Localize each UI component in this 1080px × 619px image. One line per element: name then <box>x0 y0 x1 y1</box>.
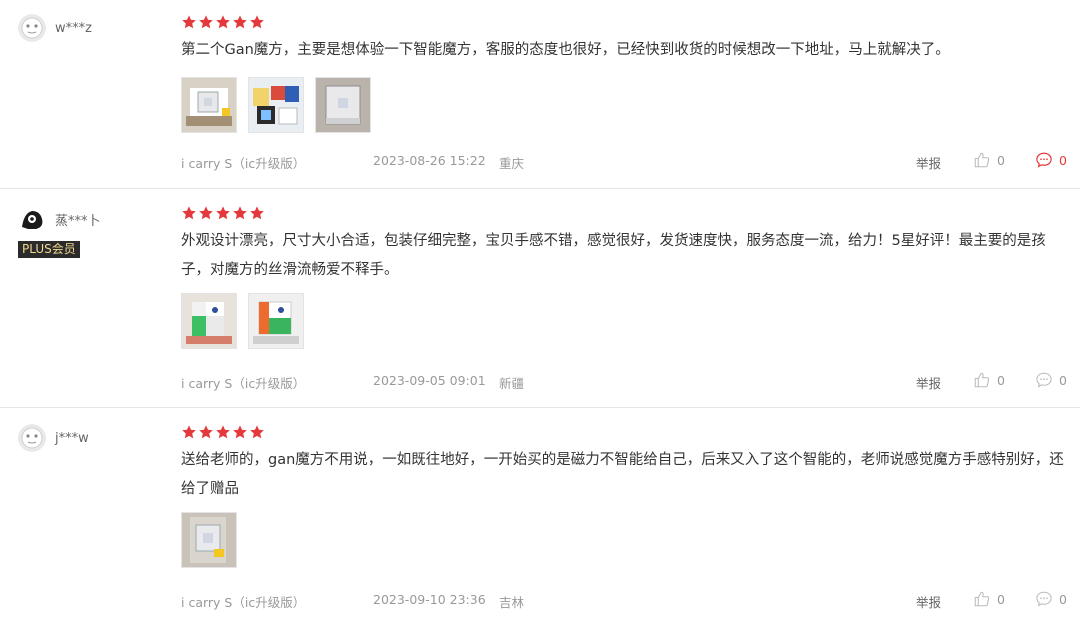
avatar[interactable] <box>18 14 46 42</box>
review-text: 第二个Gan魔方，主要是想体验一下智能魔方，客服的态度也很好，已经快到收货的时候… <box>181 42 950 58</box>
star-icon <box>215 14 232 30</box>
review-image[interactable] <box>181 293 237 349</box>
product-spec: i carry S（ic升级版） <box>181 156 306 171</box>
product-spec: i carry S（ic升级版） <box>181 595 306 610</box>
like-count: 0 <box>997 152 1005 168</box>
star-icon <box>198 205 215 221</box>
review-time: 2023-08-26 15:22 <box>373 153 486 168</box>
review-image[interactable] <box>248 293 304 349</box>
star-icon <box>249 14 266 30</box>
star-icon <box>198 14 215 30</box>
review-images <box>181 293 1065 349</box>
report-button[interactable]: 举报 <box>916 153 941 172</box>
review-meta: i carry S（ic升级版） 2023-09-10 23:36 吉林 举报 … <box>181 590 1067 611</box>
plus-member-badge: PLUS会员 <box>18 241 80 258</box>
review-item: j***w 送给老师的，gan魔方不用说，一如既往地好，一开始买的是磁力不智能给… <box>0 408 1080 619</box>
star-icon <box>215 205 232 221</box>
star-icon <box>181 205 198 221</box>
star-icon <box>198 424 215 440</box>
comment-button[interactable]: 0 <box>1035 371 1067 389</box>
review-item: w***z 第二个Gan魔方，主要是想体验一下智能魔方，客服的态度也很好，已经快… <box>0 0 1080 189</box>
reviewer: w***z <box>18 14 92 42</box>
review-images <box>181 76 1065 133</box>
review-images <box>181 512 1065 568</box>
comment-button[interactable]: 0 <box>1035 590 1067 608</box>
review-item: 蒸***卜 PLUS会员 外观设计漂亮，尺寸大小合适，包装仔细完整，宝贝手感不错… <box>0 189 1080 408</box>
reviewer-name: j***w <box>55 430 89 446</box>
reviewer-name: w***z <box>55 20 92 36</box>
like-button[interactable]: 0 <box>973 590 1005 608</box>
comment-icon <box>1036 591 1052 607</box>
report-button[interactable]: 举报 <box>916 373 941 392</box>
comment-count: 0 <box>1059 591 1067 607</box>
like-button[interactable]: 0 <box>973 371 1005 389</box>
review-text: 送给老师的，gan魔方不用说，一如既往地好，一开始买的是磁力不智能给自己，后来又… <box>181 452 1064 497</box>
review-image[interactable] <box>248 76 304 133</box>
report-button[interactable]: 举报 <box>916 592 941 611</box>
star-rating <box>181 205 1065 221</box>
reviewer: j***w <box>18 424 89 452</box>
like-count: 0 <box>997 372 1005 388</box>
star-rating <box>181 424 1065 440</box>
star-icon <box>215 424 232 440</box>
star-icon <box>232 205 249 221</box>
review-image[interactable] <box>181 512 237 568</box>
review-time: 2023-09-05 09:01 <box>373 373 486 388</box>
review-text: 外观设计漂亮，尺寸大小合适，包装仔细完整，宝贝手感不错，感觉很好，发货速度快，服… <box>181 233 1046 278</box>
star-icon <box>181 424 198 440</box>
comment-count: 0 <box>1059 152 1067 168</box>
review-meta: i carry S（ic升级版） 2023-08-26 15:22 重庆 举报 … <box>181 151 1067 172</box>
avatar[interactable] <box>18 424 46 452</box>
review-location: 吉林 <box>499 595 525 610</box>
star-icon <box>232 14 249 30</box>
thumbs-up-icon <box>974 372 990 388</box>
like-button[interactable]: 0 <box>973 151 1005 169</box>
star-icon <box>249 424 266 440</box>
reviewer-name: 蒸***卜 <box>55 213 101 229</box>
thumbs-up-icon <box>974 591 990 607</box>
thumbs-up-icon <box>974 152 990 168</box>
star-rating <box>181 14 1065 30</box>
star-icon <box>249 205 266 221</box>
review-location: 重庆 <box>499 156 525 171</box>
comment-icon <box>1036 372 1052 388</box>
product-spec: i carry S（ic升级版） <box>181 376 306 391</box>
comment-count: 0 <box>1059 372 1067 388</box>
review-image[interactable] <box>181 76 237 133</box>
reviewer: 蒸***卜 <box>18 205 101 233</box>
review-image[interactable] <box>315 76 371 133</box>
review-meta: i carry S（ic升级版） 2023-09-05 09:01 新疆 举报 … <box>181 371 1067 392</box>
comment-button[interactable]: 0 <box>1035 151 1067 169</box>
review-location: 新疆 <box>499 376 525 391</box>
review-time: 2023-09-10 23:36 <box>373 592 486 607</box>
comment-icon <box>1036 152 1052 168</box>
star-icon <box>232 424 249 440</box>
like-count: 0 <box>997 591 1005 607</box>
avatar[interactable] <box>18 205 46 233</box>
star-icon <box>181 14 198 30</box>
